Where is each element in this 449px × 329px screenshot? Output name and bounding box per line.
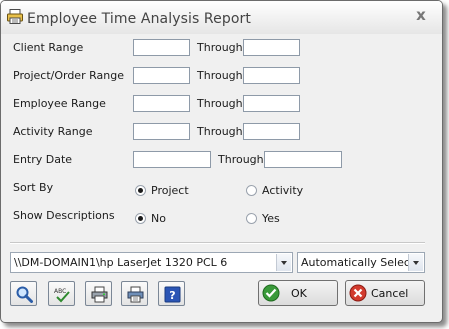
help-button[interactable]: ? — [158, 281, 185, 306]
employee-through-label: Through — [197, 97, 243, 110]
activity-range-to-input[interactable] — [243, 123, 300, 140]
sort-by-activity-label: Activity — [262, 184, 304, 197]
client-range-to-input[interactable] — [243, 39, 300, 56]
divider — [10, 242, 425, 244]
entry-date-label: Entry Date — [13, 153, 73, 166]
project-through-label: Through — [197, 69, 243, 82]
title-bar: Employee Time Analysis Report x — [1, 1, 442, 34]
radio-checked-icon — [135, 213, 146, 224]
show-descriptions-yes-label: Yes — [262, 212, 280, 225]
printer-select[interactable]: \\DM-DOMAIN1\hp LaserJet 1320 PCL 6 — [10, 252, 293, 273]
client-through-label: Through — [197, 41, 243, 54]
entry-date-from-input[interactable] — [133, 151, 211, 168]
activity-range-label: Activity Range — [13, 125, 93, 138]
entry-date-to-input[interactable] — [264, 151, 342, 168]
spellcheck-button[interactable]: ABC — [48, 281, 75, 306]
show-descriptions-label: Show Descriptions — [13, 209, 115, 222]
show-descriptions-yes-radio[interactable]: Yes — [246, 212, 280, 225]
preview-button[interactable] — [10, 281, 37, 306]
radio-checked-icon — [135, 185, 146, 196]
project-order-range-label: Project/Order Range — [13, 69, 124, 82]
chevron-down-icon[interactable] — [408, 254, 423, 271]
project-range-to-input[interactable] — [243, 67, 300, 84]
report-app-icon — [7, 9, 23, 24]
cancel-button-label: Cancel — [371, 287, 409, 300]
show-descriptions-no-radio[interactable]: No — [135, 212, 166, 225]
close-icon[interactable]: x — [413, 7, 429, 23]
project-range-from-input[interactable] — [133, 67, 190, 84]
ok-button[interactable]: OK — [258, 280, 338, 306]
client-range-label: Client Range — [13, 41, 84, 54]
checkmark-icon — [262, 284, 280, 302]
ok-button-label: OK — [291, 287, 307, 300]
help-icon: ? — [164, 286, 181, 303]
paper-source-select-value: Automatically Select — [301, 256, 415, 269]
radio-unchecked-icon — [246, 185, 257, 196]
print-icon — [91, 286, 108, 303]
client-range-from-input[interactable] — [133, 39, 190, 56]
cancel-button[interactable]: Cancel — [345, 280, 425, 306]
employee-range-label: Employee Range — [13, 97, 106, 110]
svg-text:ABC: ABC — [54, 288, 66, 295]
svg-text:?: ? — [169, 289, 175, 302]
print-button[interactable] — [85, 281, 112, 306]
activity-through-label: Through — [197, 125, 243, 138]
chevron-down-icon[interactable] — [276, 254, 291, 271]
employee-range-from-input[interactable] — [133, 95, 190, 112]
entry-date-through-label: Through — [218, 153, 264, 166]
window-title: Employee Time Analysis Report — [27, 11, 251, 27]
sort-by-activity-radio[interactable]: Activity — [246, 184, 303, 197]
paper-source-select[interactable]: Automatically Select — [297, 252, 425, 273]
print-setup-icon — [127, 286, 144, 303]
magnify-preview-icon — [16, 286, 33, 303]
activity-range-from-input[interactable] — [133, 123, 190, 140]
sort-by-project-label: Project — [151, 184, 189, 197]
spellcheck-icon: ABC — [54, 288, 70, 303]
show-descriptions-no-label: No — [151, 212, 166, 225]
report-dialog: Employee Time Analysis Report x Client R… — [0, 0, 443, 323]
sort-by-project-radio[interactable]: Project — [135, 184, 189, 197]
printer-select-value: \\DM-DOMAIN1\hp LaserJet 1320 PCL 6 — [14, 256, 228, 269]
radio-unchecked-icon — [246, 213, 257, 224]
print-setup-button[interactable] — [121, 281, 148, 306]
employee-range-to-input[interactable] — [243, 95, 300, 112]
cancel-x-icon — [349, 284, 367, 302]
sort-by-label: Sort By — [13, 181, 54, 194]
